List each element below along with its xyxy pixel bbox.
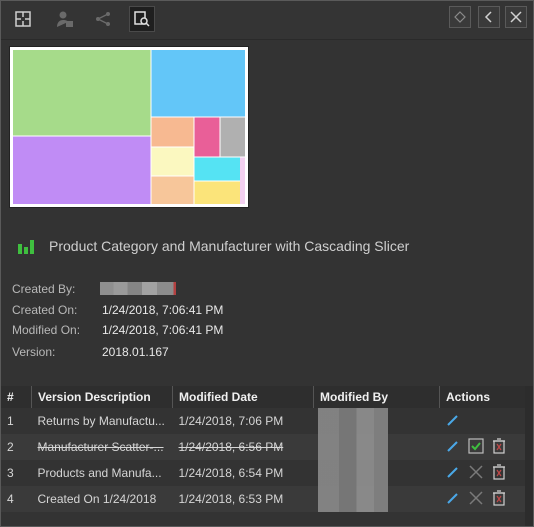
version-label: Version: [12,345,56,359]
treemap-tile [151,176,194,204]
chevron-left-icon[interactable] [478,6,500,28]
modified-by-redacted [317,408,388,434]
treemap-tile [13,50,151,136]
row-description: Products and Manufa... [31,460,173,486]
treemap-tile [194,117,220,157]
edit-icon[interactable] [446,465,460,482]
row-actions [439,486,533,512]
table-row[interactable]: 1 Returns by Manufactu... 1/24/2018, 7:0… [1,408,533,434]
treemap-tile [151,117,194,147]
modified-by-redacted [317,434,388,460]
modified-on-label: Modified On: [12,323,81,337]
row-actions [439,434,533,460]
row-modified-date: 1/24/2018, 6:54 PM [172,460,314,486]
column-header-modified-by[interactable]: Modified By [313,386,440,408]
modified-on-value: 1/24/2018, 7:06:41 PM [102,323,224,337]
table-scrollbar[interactable] [525,386,533,526]
row-modified-date: 1/24/2018, 6:56 PM [172,434,314,460]
row-modified-by [313,408,440,434]
remove-icon[interactable] [468,490,484,509]
table-row[interactable]: 3 Products and Manufa... 1/24/2018, 6:54… [1,460,533,486]
puzzle-icon[interactable] [10,6,36,32]
delete-icon[interactable] [492,489,506,509]
row-number: 1 [1,408,32,434]
version-value: 2018.01.167 [102,345,169,359]
table-row[interactable]: 4 Created On 1/24/2018 1/24/2018, 6:53 P… [1,486,533,512]
treemap-tile [194,181,240,204]
column-header-modified-date[interactable]: Modified Date [172,386,314,408]
edit-icon[interactable] [446,439,460,456]
column-header-number[interactable]: # [1,386,32,408]
close-icon[interactable] [505,6,527,28]
row-number: 3 [1,460,32,486]
diamond-icon[interactable] [449,6,471,28]
created-on-value: 1/24/2018, 7:06:41 PM [102,303,224,317]
edit-icon[interactable] [446,413,460,430]
row-modified-date: 1/24/2018, 6:53 PM [172,486,314,512]
row-description: Manufacturer Scatter-... [31,434,173,460]
restore-check-icon[interactable] [467,437,484,457]
treemap-tile [220,117,245,157]
row-modified-by [313,460,440,486]
share-icon[interactable] [90,6,116,32]
column-header-actions: Actions [439,386,533,408]
treemap-tile [13,136,151,204]
modified-by-redacted [317,486,388,512]
created-by-label: Created By: [12,282,76,296]
row-number: 4 [1,486,32,512]
treemap-tile [151,147,194,176]
toolbar [1,1,533,40]
table-row[interactable]: 2 Manufacturer Scatter-... 1/24/2018, 6:… [1,434,533,460]
created-on-label: Created On: [12,303,78,317]
row-actions [439,460,533,486]
treemap-tile [240,157,245,204]
report-thumbnail[interactable] [10,47,248,207]
row-modified-by [313,486,440,512]
created-by-redacted [100,282,176,295]
treemap-tile [194,157,240,181]
row-actions [439,408,533,434]
remove-icon[interactable] [468,464,484,483]
bar-chart-icon [17,238,35,259]
row-description: Created On 1/24/2018 [31,486,173,512]
report-title: Product Category and Manufacturer with C… [49,238,410,254]
table-header-row: # Version Description Modified Date Modi… [1,386,533,408]
column-header-description[interactable]: Version Description [31,386,173,408]
row-description: Returns by Manufactu... [31,408,173,434]
version-history-panel: Product Category and Manufacturer with C… [0,0,534,527]
versions-table: # Version Description Modified Date Modi… [1,386,533,512]
row-modified-by [313,434,440,460]
row-modified-date: 1/24/2018, 7:06 PM [172,408,314,434]
treemap-tile [151,50,245,117]
modified-by-redacted [317,460,388,486]
delete-icon[interactable] [492,463,506,483]
user-lock-icon[interactable] [52,6,78,32]
row-number: 2 [1,434,32,460]
delete-icon[interactable] [492,437,506,457]
report-search-icon[interactable] [129,6,155,32]
edit-icon[interactable] [446,491,460,508]
